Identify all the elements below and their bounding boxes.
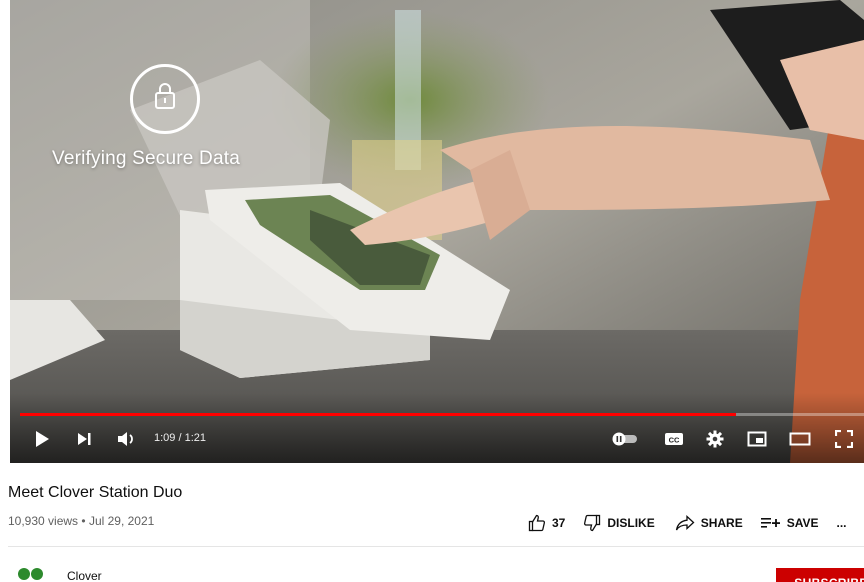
like-count: 37 xyxy=(552,516,566,530)
next-icon xyxy=(78,433,91,445)
clover-logo-leaf xyxy=(18,568,30,580)
meta-separator: • xyxy=(81,514,86,528)
video-actions: 37 DISLIKE SHARE SAVE ... xyxy=(528,514,847,532)
play-icon xyxy=(36,431,49,447)
next-button[interactable] xyxy=(74,428,94,450)
thumbs-up-icon xyxy=(528,514,546,532)
channel-avatar[interactable] xyxy=(18,568,44,582)
fullscreen-button[interactable] xyxy=(832,428,856,450)
dislike-label: DISLIKE xyxy=(607,516,655,530)
video-player[interactable]: Verifying Secure Data 1:09 / 1:21 CC xyxy=(10,0,864,463)
fullscreen-icon xyxy=(835,430,853,448)
view-count: 10,930 views xyxy=(8,514,79,528)
section-divider xyxy=(8,546,864,547)
time-display: 1:09 / 1:21 xyxy=(154,432,206,444)
volume-button[interactable] xyxy=(116,428,138,450)
upload-date: Jul 29, 2021 xyxy=(88,514,155,528)
thumbs-down-icon xyxy=(584,514,601,532)
settings-icon xyxy=(706,430,724,448)
progress-fill xyxy=(20,413,736,416)
svg-text:CC: CC xyxy=(669,436,680,445)
video-title: Meet Clover Station Duo xyxy=(8,484,183,501)
save-button[interactable]: SAVE xyxy=(760,516,819,530)
miniplayer-button[interactable] xyxy=(745,428,769,450)
autoplay-toggle[interactable] xyxy=(610,428,640,450)
save-label: SAVE xyxy=(786,516,819,530)
share-button[interactable]: SHARE xyxy=(675,515,743,531)
clover-logo-leaf xyxy=(31,568,43,580)
lock-icon xyxy=(155,83,175,109)
like-button[interactable]: 37 xyxy=(528,514,565,532)
progress-bar[interactable] xyxy=(20,413,864,416)
volume-icon xyxy=(118,432,133,446)
play-button[interactable] xyxy=(32,428,52,450)
theater-icon xyxy=(789,432,811,446)
secure-lock-badge xyxy=(130,64,200,134)
controls-gradient xyxy=(10,393,864,463)
video-meta: 10,930 views • Jul 29, 2021 xyxy=(8,514,154,528)
channel-name[interactable]: Clover xyxy=(67,569,102,582)
theater-button[interactable] xyxy=(788,428,812,450)
settings-button[interactable] xyxy=(703,428,727,450)
more-actions-button[interactable]: ... xyxy=(837,516,847,530)
subscribe-button[interactable]: SUBSCRIBE xyxy=(776,568,864,582)
autoplay-toggle-icon xyxy=(612,432,637,446)
add-to-playlist-icon xyxy=(760,518,780,528)
dislike-button[interactable]: DISLIKE xyxy=(583,514,655,532)
captions-icon: CC xyxy=(665,433,683,445)
captions-button[interactable]: CC xyxy=(662,428,686,450)
share-icon xyxy=(675,515,695,531)
miniplayer-icon xyxy=(747,431,767,447)
share-label: SHARE xyxy=(700,516,743,530)
video-overlay-text: Verifying Secure Data xyxy=(52,148,240,169)
more-icon: ... xyxy=(836,516,847,530)
